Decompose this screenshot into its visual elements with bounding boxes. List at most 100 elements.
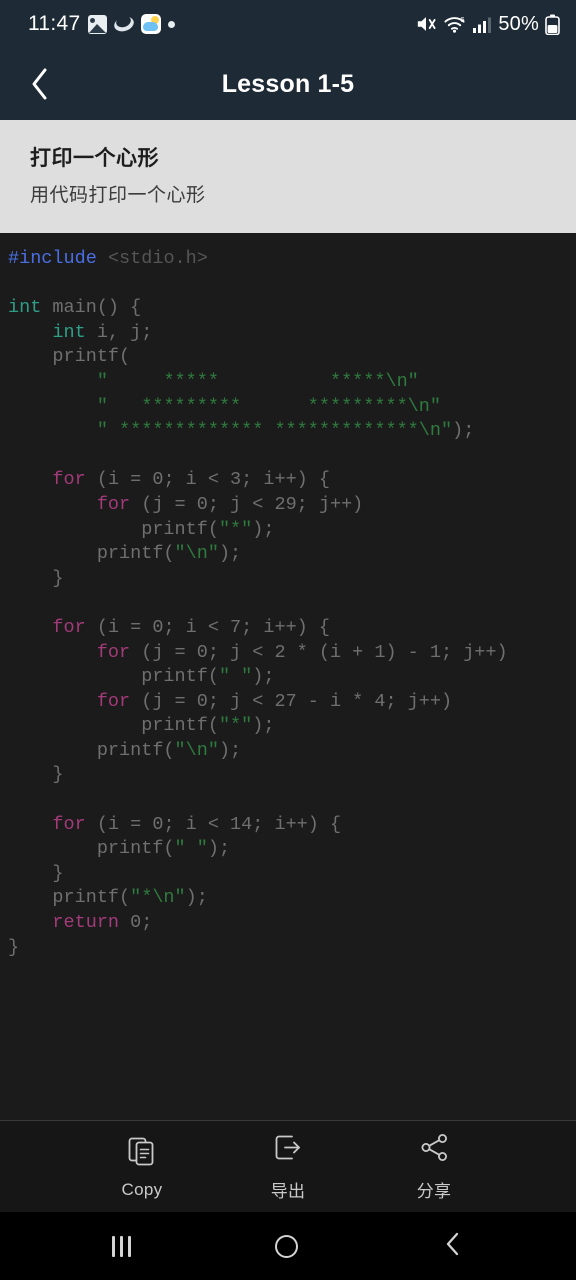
code-token: for: [52, 469, 86, 491]
code-token: (j = 0; j < 27 - i * 4; j++): [130, 690, 453, 712]
status-bar-clock: 11:47: [28, 12, 81, 35]
code-viewer[interactable]: #include <stdio.h> int main() { int i, j…: [0, 233, 576, 1120]
back-button[interactable]: [8, 48, 72, 120]
code-token: return: [52, 912, 120, 934]
code-token: int: [52, 321, 86, 343]
recents-icon[interactable]: [112, 1235, 131, 1257]
code-token: for: [96, 690, 131, 712]
share-icon: [418, 1131, 451, 1169]
code-token: " ***** *****\n": [96, 370, 419, 392]
code-token: i, j;: [85, 321, 153, 343]
weather-icon: [140, 14, 161, 34]
home-icon[interactable]: [275, 1234, 298, 1258]
phone-screen: 11:47 6 50% Lesson 1-5 打印一个心形 用代码打印一个心形 …: [0, 0, 576, 1280]
code-token: printf(: [8, 543, 175, 565]
code-token: int: [8, 297, 42, 319]
code-token: }: [8, 862, 64, 884]
copy-button[interactable]: Copy: [99, 1134, 185, 1200]
code-token: " ": [218, 666, 253, 688]
lesson-title: 打印一个心形: [30, 147, 159, 170]
cellular-signal-icon: [472, 15, 492, 34]
photos-icon: [87, 14, 107, 34]
code-token: for: [52, 616, 86, 638]
code-token: printf(: [8, 346, 131, 368]
page-title: Lesson 1-5: [221, 69, 355, 98]
android-nav-bar: [0, 1212, 576, 1280]
code-token: printf(: [8, 518, 219, 540]
code-token: "*\n": [130, 887, 186, 909]
code-token: main() {: [41, 297, 142, 319]
code-token: );: [452, 420, 475, 442]
chevron-left-icon: [32, 68, 47, 100]
code-token: " ************* *************\n": [96, 420, 453, 442]
code-token: " ********* *********\n": [96, 395, 441, 417]
code-token: (j = 0; j < 2 * (i + 1) - 1; j++): [130, 641, 508, 663]
code-token: (i = 0; i < 3; i++) {: [85, 469, 330, 491]
export-button[interactable]: 导出: [245, 1131, 331, 1202]
code-token: #include: [8, 248, 97, 269]
code-token: for: [96, 641, 131, 663]
dot-icon: [167, 20, 175, 28]
copy-button-label: Copy: [121, 1179, 163, 1199]
code-token: 0;: [119, 912, 153, 934]
code-token: "*": [218, 715, 253, 737]
code-token: }: [8, 764, 64, 786]
saturn-icon: [111, 13, 136, 34]
code-token: for: [96, 493, 131, 515]
copy-icon: [126, 1134, 159, 1172]
code-token: );: [207, 838, 231, 860]
code-token: );: [252, 666, 275, 688]
code-token: "\n": [174, 543, 219, 565]
code-token: );: [185, 887, 208, 909]
code-token: printf(: [8, 838, 175, 860]
code-token: printf(: [8, 715, 219, 737]
svg-text:6: 6: [461, 15, 465, 24]
code-token: (i = 0; i < 14; i++) {: [85, 813, 342, 835]
battery-icon: [545, 14, 560, 35]
code-token: }: [8, 567, 64, 589]
code-token: (j = 0; j < 29; j++): [130, 493, 364, 515]
code-token: printf(: [8, 739, 175, 761]
action-toolbar: Copy 导出 分享: [0, 1120, 576, 1212]
code-token: "\n": [174, 739, 219, 761]
code-token: <stdio.h>: [107, 248, 208, 269]
status-bar-right: 6 50%: [415, 13, 560, 36]
code-token: );: [252, 715, 275, 737]
code-token: printf(: [8, 887, 131, 909]
status-bar-left: 11:47: [28, 12, 175, 36]
share-button[interactable]: 分享: [391, 1131, 477, 1202]
code-token: }: [8, 936, 20, 958]
code-token: );: [218, 543, 242, 565]
status-bar: 11:47 6 50%: [0, 0, 576, 48]
code-token: );: [218, 739, 242, 761]
code-token: );: [252, 518, 275, 540]
battery-percent-label: 50%: [498, 12, 539, 35]
code-token: (i = 0; i < 7; i++) {: [85, 616, 330, 638]
wifi-6-icon: 6: [443, 14, 466, 34]
code-token: printf(: [8, 666, 219, 688]
mute-icon: [415, 14, 437, 34]
lesson-subtitle: 用代码打印一个心形: [30, 185, 206, 207]
code-token: " ": [174, 838, 208, 860]
code-token: for: [52, 813, 86, 835]
code-token: "*": [218, 518, 253, 540]
export-icon: [272, 1131, 305, 1169]
code-block: #include <stdio.h> int main() { int i, j…: [8, 247, 576, 960]
back-icon[interactable]: [442, 1231, 464, 1262]
share-button-label: 分享: [416, 1182, 452, 1201]
export-button-label: 导出: [270, 1182, 306, 1201]
lesson-info-panel: 打印一个心形 用代码打印一个心形: [0, 120, 576, 233]
app-header: Lesson 1-5: [0, 48, 576, 120]
